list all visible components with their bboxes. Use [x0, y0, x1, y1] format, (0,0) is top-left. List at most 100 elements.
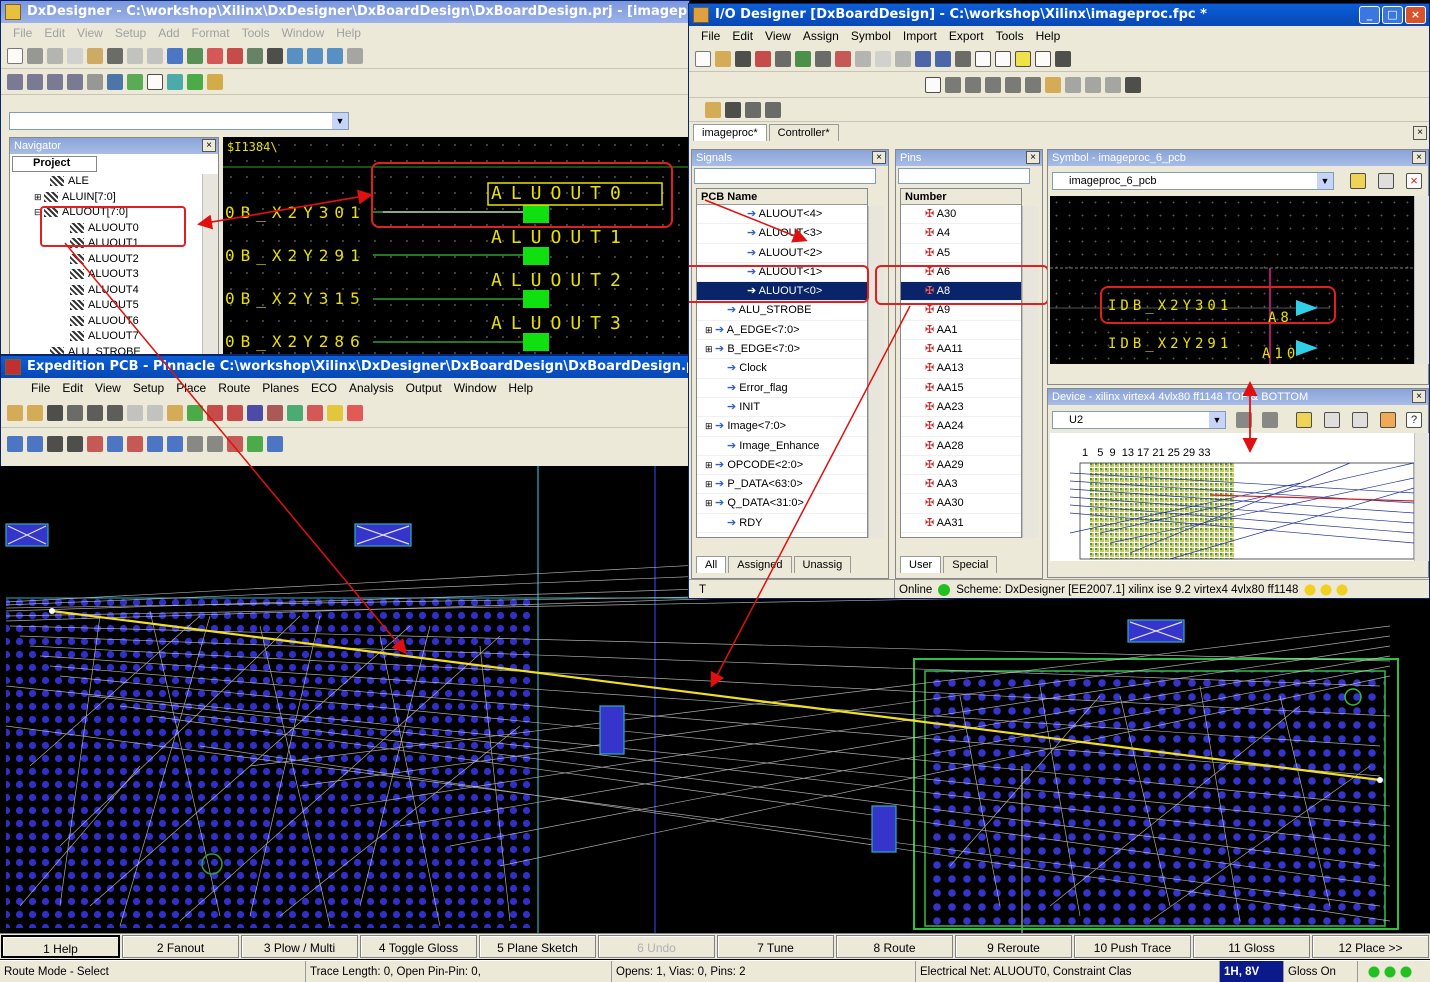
zoom-out-icon[interactable] [1005, 76, 1021, 93]
book-icon[interactable] [247, 47, 263, 64]
align-icon[interactable] [347, 47, 363, 64]
signal-row[interactable]: ➔ ALUOUT<4> [697, 205, 867, 225]
tree-item[interactable]: ALUOUT2 [10, 252, 202, 268]
unassign-icon[interactable] [765, 101, 781, 118]
signals-filter[interactable] [694, 168, 876, 184]
menu-window[interactable]: Window [276, 26, 331, 40]
net-label[interactable]: 0B_X2Y291 [225, 246, 366, 265]
signals-scrollbar[interactable] [868, 206, 884, 538]
tab-imageproc[interactable]: imageproc* [693, 124, 767, 141]
tab-special[interactable]: Special [943, 556, 998, 573]
probe-icon[interactable] [247, 436, 263, 452]
pin-row[interactable]: ✠ AA29 [901, 456, 1021, 476]
fkey-toggle-gloss[interactable]: 4 Toggle Gloss [360, 935, 477, 958]
import-icon[interactable] [775, 50, 791, 67]
cut-icon[interactable] [47, 47, 63, 64]
fkey-route[interactable]: 8 Route [836, 935, 953, 958]
signal-row[interactable]: ➔ ALUOUT<2> [697, 244, 867, 263]
group-icon[interactable] [705, 101, 721, 118]
redo-icon[interactable] [935, 50, 951, 67]
signal-row[interactable]: ⊞ ➔ B_EDGE<7:0> [697, 340, 867, 360]
menu-output[interactable]: Output [400, 381, 448, 395]
window-icon[interactable] [975, 50, 991, 67]
tree-item[interactable]: ALUOUT6 [10, 314, 202, 330]
signal-row[interactable]: ➔ ALU_STROBE [697, 301, 867, 321]
rect-icon[interactable] [1105, 76, 1121, 93]
hatch-icon[interactable] [267, 404, 283, 421]
signal-row[interactable]: ➔ INIT [697, 398, 867, 418]
menu-export[interactable]: Export [943, 29, 990, 43]
device-color-icon[interactable] [1380, 412, 1396, 428]
signal-row[interactable]: ⊞ ➔ Q_DATA<31:0> [697, 494, 867, 514]
device-tool-icon[interactable] [1236, 412, 1252, 428]
menu-edit[interactable]: Edit [56, 381, 89, 395]
ic-icon[interactable] [67, 436, 83, 452]
mirror-icon[interactable] [307, 47, 323, 64]
next-icon[interactable] [227, 404, 243, 421]
menu-import[interactable]: Import [897, 29, 943, 43]
exit-icon[interactable] [1055, 50, 1071, 67]
tree-item[interactable]: ⊞ ALUIN[7:0] [10, 190, 202, 206]
line-icon[interactable] [1065, 76, 1081, 93]
binoculars-icon[interactable] [107, 404, 123, 421]
signal-row[interactable]: ⊞ ➔ Image<7:0> [697, 417, 867, 437]
dxdesigner-dropdown[interactable]: ▼ [9, 112, 349, 130]
menu-view[interactable]: View [759, 29, 797, 43]
wire-icon[interactable] [167, 73, 183, 90]
prev-icon[interactable] [207, 404, 223, 421]
highlight-icon[interactable] [1015, 50, 1031, 67]
pins-scrollbar[interactable] [1022, 206, 1038, 538]
menu-add[interactable]: Add [152, 26, 185, 40]
teardrop-icon[interactable] [267, 436, 283, 452]
list-icon[interactable] [227, 47, 243, 64]
check-icon[interactable] [167, 47, 183, 64]
redo-icon[interactable] [147, 404, 163, 421]
pin-row[interactable]: ✠ AA15 [901, 379, 1021, 398]
tree-item[interactable]: ALUOUT7 [10, 329, 202, 345]
device-view-icon[interactable] [1262, 412, 1278, 428]
menu-window[interactable]: Window [448, 381, 503, 395]
symbol-delete-icon[interactable]: × [1406, 173, 1422, 189]
unlock-icon[interactable] [207, 436, 223, 452]
circle-icon[interactable] [1085, 76, 1101, 93]
minimize-button[interactable]: _ [1359, 6, 1380, 24]
tree-item[interactable]: ALU_STROBE [10, 345, 202, 354]
signal-row[interactable]: ➔ ALUOUT<3> [697, 224, 867, 244]
fkey-tune[interactable]: 7 Tune [717, 935, 834, 958]
expedition-window-header[interactable]: Expedition PCB - Pinnacle C:\workshop\Xi… [0, 355, 690, 466]
fkey-gloss[interactable]: 11 Gloss [1193, 935, 1310, 958]
maximize-button[interactable]: □ [1382, 6, 1403, 24]
copy-icon[interactable] [875, 50, 891, 67]
tab-unassigned[interactable]: Unassig [793, 556, 852, 573]
refresh-icon[interactable] [795, 50, 811, 67]
pin-row[interactable]: ✠ AA31 [901, 514, 1021, 534]
menu-edit[interactable]: Edit [726, 29, 759, 43]
symbol-icon[interactable] [835, 50, 851, 67]
close-tab-icon[interactable]: × [1413, 126, 1427, 140]
schematic-canvas[interactable]: $I1384\ 0B_X2Y301 0B_X2Y291 0B_X2Y315 0B… [223, 137, 689, 354]
tab-controller[interactable]: Controller* [768, 124, 839, 141]
port-label[interactable]: ALUOUT3 [491, 313, 630, 334]
signal-row[interactable]: ➔ RDY [697, 514, 867, 534]
device-scrollbar[interactable] [1414, 433, 1429, 561]
device-filter-icon[interactable] [1324, 412, 1340, 428]
fkey-fanout[interactable]: 2 Fanout [122, 935, 239, 958]
device-bank-icon[interactable] [1296, 412, 1312, 428]
print-icon[interactable] [27, 47, 43, 64]
menu-edit[interactable]: Edit [38, 26, 71, 40]
tree-item[interactable]: ALE [10, 174, 202, 190]
open-icon[interactable] [7, 404, 23, 421]
menu-planes[interactable]: Planes [256, 381, 305, 395]
close-icon[interactable]: × [1026, 151, 1040, 164]
save-icon[interactable] [47, 404, 63, 421]
fkey-reroute[interactable]: 9 Reroute [955, 935, 1072, 958]
io-designer-titlebar[interactable]: I/O Designer [DxBoardDesign] - C:\worksh… [689, 4, 1429, 26]
component-icon[interactable] [187, 47, 203, 64]
delete-icon[interactable] [267, 47, 283, 64]
net-icon[interactable] [107, 73, 123, 90]
rotate-icon[interactable] [327, 47, 343, 64]
close-icon[interactable]: × [872, 151, 886, 164]
menu-view[interactable]: View [89, 381, 127, 395]
symbol-canvas[interactable]: IDB_X2Y301 IDB_X2Y291 A8 A10 [1050, 196, 1414, 364]
symbol-net-label[interactable]: IDB_X2Y291 [1108, 336, 1232, 352]
